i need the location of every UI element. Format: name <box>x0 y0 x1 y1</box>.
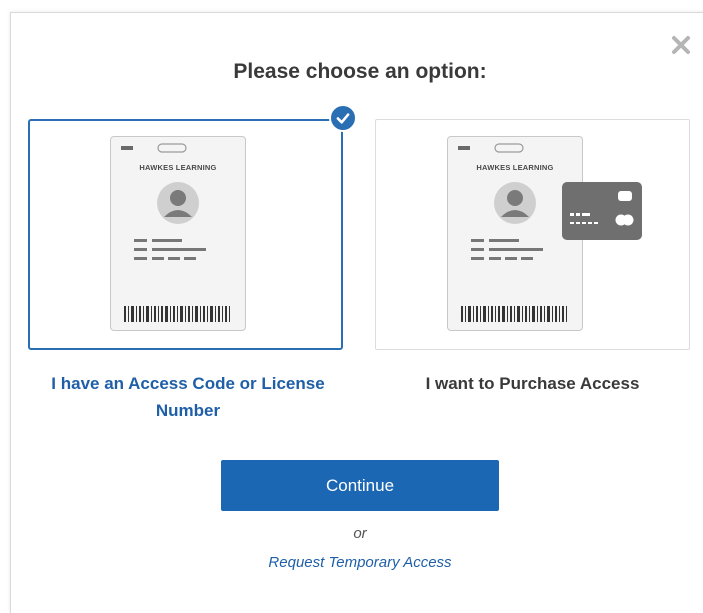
credit-card-icon <box>562 182 642 240</box>
card-org-name: HAWKES LEARNING <box>139 163 217 172</box>
option-label-access-code[interactable]: I have an Access Code or License Number <box>28 370 348 424</box>
option-label-purchase[interactable]: I want to Purchase Access <box>375 370 690 397</box>
option-card-access-code[interactable]: HAWKES LEARNING <box>28 119 343 350</box>
option-card-purchase[interactable]: HAWKES LEARNING <box>375 119 690 350</box>
dialog-title: Please choose an option: <box>233 60 487 83</box>
card-org-name: HAWKES LEARNING <box>476 163 554 172</box>
id-card-icon: HAWKES LEARNING <box>110 136 246 331</box>
or-divider-text: or <box>353 525 367 542</box>
close-icon[interactable] <box>670 34 692 56</box>
request-temporary-access-link[interactable]: Request Temporary Access <box>0 554 703 571</box>
continue-button[interactable]: Continue <box>221 460 499 511</box>
check-icon <box>329 104 357 132</box>
